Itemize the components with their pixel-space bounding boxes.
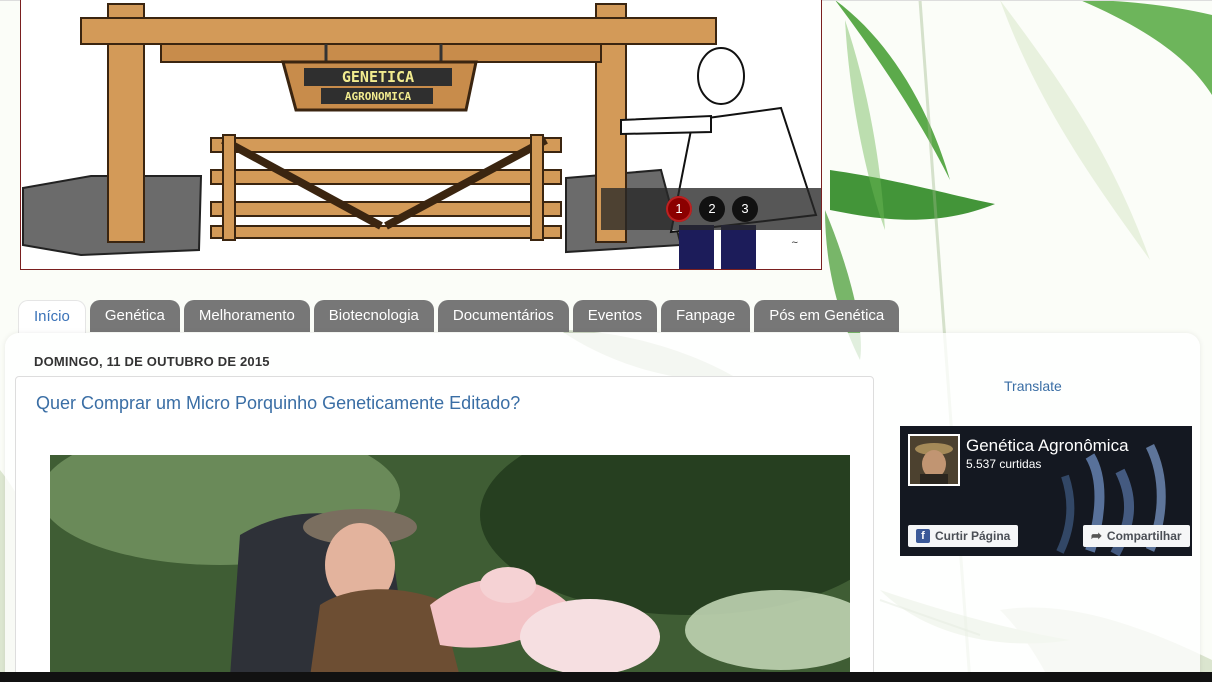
sign-line-1: GENETICA: [342, 68, 414, 86]
facebook-like-count: 5.537 curtidas: [966, 457, 1042, 471]
post-featured-image[interactable]: [50, 455, 850, 677]
facebook-icon: f: [916, 529, 930, 543]
svg-text:~: ~: [791, 238, 799, 248]
slide-dot-1[interactable]: 1: [666, 196, 692, 222]
translate-widget-label[interactable]: Translate: [1004, 378, 1062, 394]
facebook-page-avatar[interactable]: [908, 434, 960, 486]
tab-inicio[interactable]: Início: [18, 300, 86, 333]
bottom-black-strip: [0, 672, 1212, 682]
facebook-like-page-button[interactable]: f Curtir Página: [908, 525, 1019, 547]
tab-pos-em-genetica[interactable]: Pós em Genética: [754, 300, 900, 332]
slideshow-pager: 1 2 3: [601, 188, 821, 230]
tab-melhoramento[interactable]: Melhoramento: [183, 300, 310, 332]
slide-dot-3[interactable]: 3: [732, 196, 758, 222]
slide-dot-2[interactable]: 2: [699, 196, 725, 222]
tab-biotecnologia[interactable]: Biotecnologia: [313, 300, 434, 332]
header-banner[interactable]: GENETICA AGRONOMICA ~ 1 2 3: [20, 0, 822, 270]
sign-line-2: AGRONOMICA: [345, 90, 412, 103]
page-profile-image: [910, 436, 958, 484]
like-page-label: Curtir Página: [935, 529, 1011, 543]
man-with-pig-photo: [50, 455, 850, 677]
blog-post-card: Quer Comprar um Micro Porquinho Genetica…: [15, 376, 874, 677]
tab-eventos[interactable]: Eventos: [572, 300, 657, 332]
post-title-link[interactable]: Quer Comprar um Micro Porquinho Genetica…: [36, 393, 520, 414]
tab-fanpage[interactable]: Fanpage: [660, 300, 751, 332]
main-navigation-tabs: Início Genética Melhoramento Biotecnolog…: [18, 300, 900, 334]
post-date-header: DOMINGO, 11 DE OUTUBRO DE 2015: [34, 354, 270, 369]
tab-genetica[interactable]: Genética: [89, 300, 180, 332]
facebook-page-name[interactable]: Genética Agronômica: [966, 436, 1129, 456]
tab-documentarios[interactable]: Documentários: [437, 300, 569, 332]
share-label: Compartilhar: [1106, 529, 1182, 543]
facebook-share-button[interactable]: ➦ Compartilhar: [1083, 525, 1190, 547]
facebook-page-widget[interactable]: Genética Agronômica 5.537 curtidas f Cur…: [900, 426, 1192, 556]
share-icon: ➦: [1091, 528, 1102, 543]
